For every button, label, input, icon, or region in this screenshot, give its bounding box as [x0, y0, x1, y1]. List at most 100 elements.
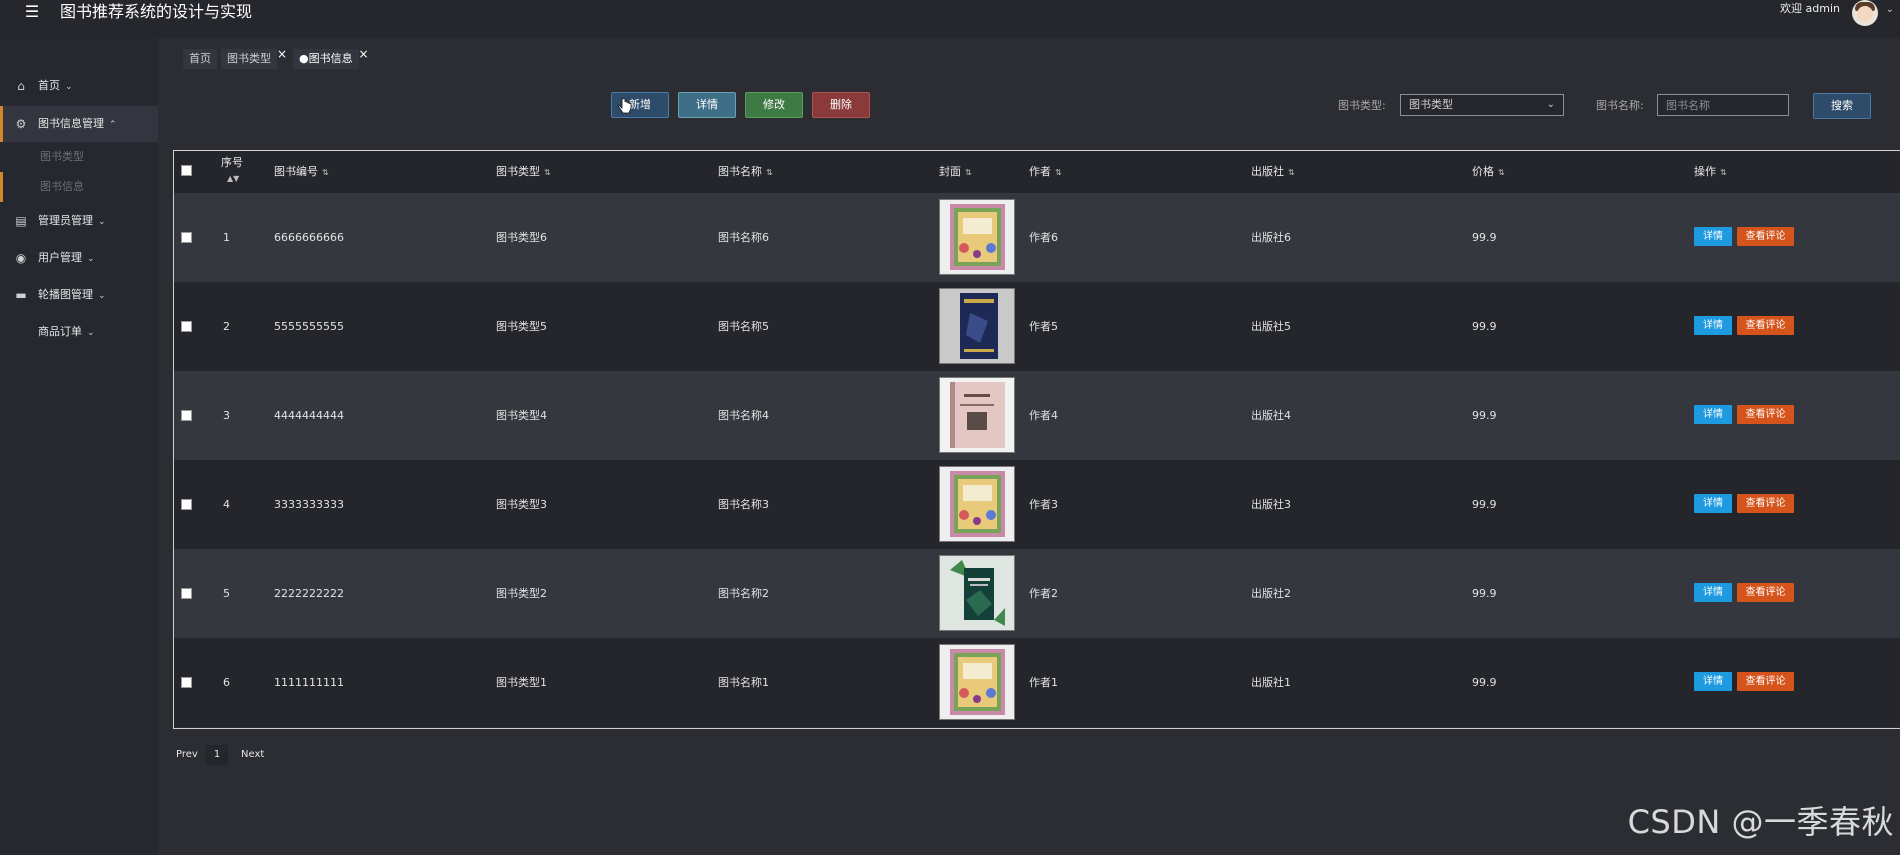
book-cover-image[interactable]: [939, 555, 1015, 631]
book-cover-image[interactable]: [939, 466, 1015, 542]
sidebar-item-carousel-management[interactable]: ▬ 轮播图管理 ⌄: [0, 277, 158, 313]
sidebar-item-product-orders[interactable]: 商品订单 ⌄: [0, 314, 158, 350]
col-header-publisher[interactable]: 出版社 ⇅: [1251, 165, 1295, 180]
search-button[interactable]: 搜索: [1813, 93, 1871, 119]
sort-icon[interactable]: ⇅: [965, 168, 972, 177]
book-cover-image[interactable]: [939, 288, 1015, 364]
edit-button[interactable]: 修改: [745, 92, 803, 118]
row-detail-button[interactable]: 详情: [1694, 672, 1732, 691]
close-icon[interactable]: ×: [277, 44, 287, 64]
page-number-button[interactable]: 1: [206, 745, 228, 765]
cell-author: 作者5: [1029, 320, 1058, 333]
book-name-input[interactable]: [1657, 94, 1789, 116]
cell-seq: 3: [223, 409, 230, 422]
sort-icon[interactable]: ⇅: [766, 168, 773, 177]
col-header-cover[interactable]: 封面 ⇅: [939, 165, 972, 180]
sort-icon[interactable]: ⇅: [1055, 168, 1062, 177]
book-type-select[interactable]: 图书类型 ⌄: [1400, 94, 1564, 116]
row-checkbox[interactable]: [181, 499, 192, 510]
cell-publisher: 出版社1: [1251, 676, 1291, 689]
tab-home[interactable]: 首页: [183, 49, 217, 69]
table-row[interactable]: 2 5555555555 图书类型5 图书名称5 作者5 出版社5 99.9 详…: [174, 282, 1900, 371]
detail-button[interactable]: 详情: [678, 92, 736, 118]
row-checkbox[interactable]: [181, 321, 192, 332]
cell-price: 99.9: [1472, 231, 1497, 244]
navy-cover: [960, 293, 998, 359]
sidebar-item-book-info-management[interactable]: ⚙ 图书信息管理 ⌃: [0, 106, 158, 142]
cell-code: 2222222222: [274, 587, 344, 600]
hand-cursor-icon: [618, 98, 632, 114]
sidebar-item-label: 首页: [38, 79, 60, 92]
table-row[interactable]: 1 6666666666 图书类型6 图书名称6 作者6 出版社6 99.9 详…: [174, 193, 1900, 282]
sidebar-subitem-label: 图书类型: [40, 150, 84, 163]
cell-author: 作者4: [1029, 409, 1058, 422]
row-review-button[interactable]: 查看评论: [1737, 316, 1794, 335]
book-cover-image[interactable]: [939, 377, 1015, 453]
cell-seq: 2: [223, 320, 230, 333]
tab-label: ●图书信息: [299, 52, 353, 65]
hamburger-icon[interactable]: ☰: [20, 2, 44, 24]
cell-type: 图书类型3: [496, 498, 547, 511]
row-checkbox[interactable]: [181, 677, 192, 688]
delete-button[interactable]: 删除: [812, 92, 870, 118]
green-leaf-cover: [950, 560, 1005, 626]
sidebar-subitem-book-type[interactable]: 图书类型: [0, 142, 158, 172]
close-icon[interactable]: ×: [359, 44, 369, 64]
row-detail-button[interactable]: 详情: [1694, 494, 1732, 513]
select-all-checkbox[interactable]: [181, 165, 192, 176]
sort-icon[interactable]: ⇅: [1498, 168, 1505, 177]
app-title: 图书推荐系统的设计与实现: [60, 2, 253, 21]
sidebar-item-admin-management[interactable]: ▤ 管理员管理 ⌄: [0, 203, 158, 239]
sort-icon[interactable]: ⇅: [544, 168, 551, 177]
row-checkbox[interactable]: [181, 232, 192, 243]
tab-book-info[interactable]: ●图书信息 ×: [293, 47, 369, 69]
row-review-button[interactable]: 查看评论: [1737, 583, 1794, 602]
col-header-price[interactable]: 价格 ⇅: [1472, 165, 1505, 180]
row-detail-button[interactable]: 详情: [1694, 405, 1732, 424]
cell-price: 99.9: [1472, 676, 1497, 689]
prev-page-button[interactable]: Prev: [176, 745, 198, 765]
col-header-type[interactable]: 图书类型 ⇅: [496, 165, 551, 180]
col-header-seq[interactable]: 序号 ▲▼: [221, 156, 243, 183]
row-detail-button[interactable]: 详情: [1694, 227, 1732, 246]
col-header-code[interactable]: 图书编号 ⇅: [274, 165, 329, 180]
row-detail-button[interactable]: 详情: [1694, 316, 1732, 335]
sort-icon[interactable]: ▲▼: [227, 172, 239, 186]
avatar[interactable]: [1852, 0, 1878, 26]
table-row[interactable]: 3 4444444444 图书类型4 图书名称4 作者4 出版社4 99.9 详…: [174, 371, 1900, 460]
book-cover-image[interactable]: [939, 644, 1015, 720]
row-review-button[interactable]: 查看评论: [1737, 405, 1794, 424]
table-row[interactable]: 5 2222222222 图书类型2 图书名称2 作者2 出版社2 99.9 详…: [174, 549, 1900, 638]
chevron-down-icon[interactable]: ⌄: [1886, 4, 1894, 15]
cell-seq: 6: [223, 676, 230, 689]
sidebar-item-label: 轮播图管理: [38, 288, 93, 301]
sidebar-item-user-management[interactable]: ◉ 用户管理 ⌄: [0, 240, 158, 276]
sidebar-item-home[interactable]: ⌂ 首页 ⌄: [0, 68, 158, 104]
col-header-name[interactable]: 图书名称 ⇅: [718, 165, 773, 180]
row-checkbox[interactable]: [181, 410, 192, 421]
book-cover-image[interactable]: [939, 199, 1015, 275]
row-review-button[interactable]: 查看评论: [1737, 672, 1794, 691]
chevron-up-icon: ⌃: [109, 120, 117, 130]
table-row[interactable]: 4 3333333333 图书类型3 图书名称3 作者3 出版社3 99.9 详…: [174, 460, 1900, 549]
watermark: CSDN @一季春秋: [1627, 803, 1894, 841]
sort-icon[interactable]: ⇅: [322, 168, 329, 177]
carousel-icon: ▬: [15, 288, 27, 302]
col-header-author[interactable]: 作者 ⇅: [1029, 165, 1062, 180]
sort-icon[interactable]: ⇅: [1720, 168, 1727, 177]
row-review-button[interactable]: 查看评论: [1737, 227, 1794, 246]
sort-icon[interactable]: ⇅: [1288, 168, 1295, 177]
next-page-button[interactable]: Next: [241, 745, 264, 765]
table-row[interactable]: 6 1111111111 图书类型1 图书名称1 作者1 出版社1 99.9 详…: [174, 638, 1900, 727]
row-checkbox[interactable]: [181, 588, 192, 599]
cell-type: 图书类型6: [496, 231, 547, 244]
chevron-down-icon: ⌄: [87, 254, 95, 264]
sidebar-subitem-book-info[interactable]: 图书信息: [0, 172, 158, 202]
home-icon: ⌂: [17, 79, 25, 93]
row-review-button[interactable]: 查看评论: [1737, 494, 1794, 513]
tab-book-type[interactable]: 图书类型 ×: [221, 47, 287, 69]
cell-name: 图书名称6: [718, 231, 769, 244]
row-detail-button[interactable]: 详情: [1694, 583, 1732, 602]
cell-name: 图书名称2: [718, 587, 769, 600]
col-header-actions[interactable]: 操作 ⇅: [1694, 165, 1727, 180]
